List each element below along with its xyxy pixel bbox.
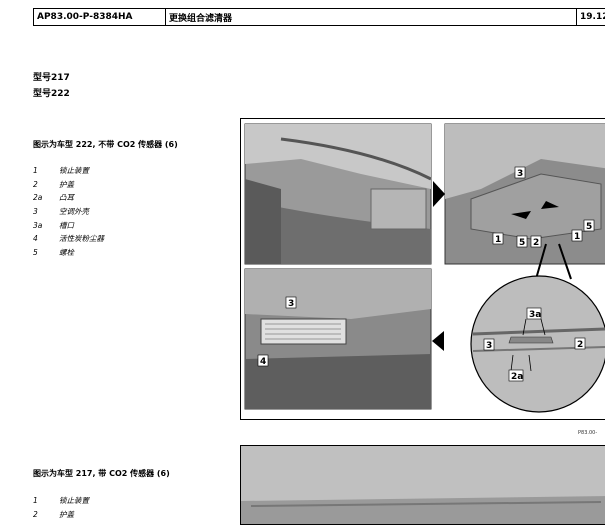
legend-item: 3a 槽口 xyxy=(33,220,74,230)
model-222: 型号222 xyxy=(33,89,70,99)
doc-title: 更换组合滤清器 xyxy=(166,9,577,25)
callout-label: 3 xyxy=(288,299,294,309)
callout-label: 3 xyxy=(486,341,492,351)
figure-2 xyxy=(240,445,605,525)
legend-item: 1 锁止装置 xyxy=(33,496,89,506)
callout-label: 1 xyxy=(574,232,580,242)
doc-date: 19.12 xyxy=(580,12,605,22)
callout-label: 2a xyxy=(511,372,523,382)
callout-label: 2 xyxy=(577,340,583,350)
legend-item: 2 护盖 xyxy=(33,509,74,519)
arrow-right-icon xyxy=(433,181,445,207)
legend-item: 4 活性炭粉尘器 xyxy=(33,234,104,244)
arrow-left-icon xyxy=(432,331,444,351)
legend-item: 2 护盖 xyxy=(33,179,74,189)
callout-label: 4 xyxy=(260,357,266,367)
figure-2-drawing xyxy=(241,446,605,524)
callout-label: 5 xyxy=(586,222,592,232)
callout-label: 1 xyxy=(495,235,501,245)
callout-label: 3a xyxy=(529,310,541,320)
legend-item: 3 空调外壳 xyxy=(33,207,89,217)
figure-1: 3 1 5 2 1 5 3 4 3a 3 2 2a xyxy=(240,118,605,420)
photo-filter xyxy=(244,268,432,410)
section1-legend: 1 锁止装置 2 护盖 2a 凸耳 3 空调外壳 3a 槽口 4 活性炭粉尘器 5 螺栓 xyxy=(33,164,104,259)
model-217: 型号217 xyxy=(33,73,70,83)
section2-title: 图示为车型 217, 带 CO2 传感器 (6) xyxy=(33,469,170,478)
section1-title: 图示为车型 222, 不带 CO2 传感器 (6) xyxy=(33,140,178,149)
figure-1-drawing: 3 1 5 2 1 5 3 4 3a 3 2 2a xyxy=(244,123,605,413)
legend-item: 2a 凸耳 xyxy=(33,193,74,203)
figure-1-caption: P83.00- xyxy=(578,430,598,436)
doc-number: AP83.00-P-8384HA xyxy=(34,9,166,25)
document-header: AP83.00-P-8384HA 更换组合滤清器 19.12 xyxy=(33,8,605,26)
callout-label: 2 xyxy=(533,238,539,248)
callout-label: 3 xyxy=(517,169,523,179)
legend-item: 5 螺栓 xyxy=(33,247,74,257)
section2-legend: 1 锁止装置 2 护盖 xyxy=(33,494,89,521)
photo-dashboard xyxy=(244,123,432,265)
callout-label: 5 xyxy=(519,238,525,248)
legend-item: 1 锁止装置 xyxy=(33,166,89,176)
